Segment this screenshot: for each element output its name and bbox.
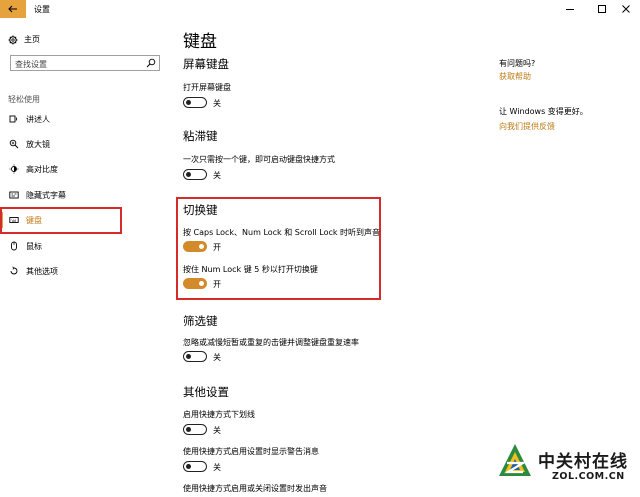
setting-description: 一次只需按一个键，即可启动键盘快捷方式 (183, 155, 335, 164)
get-help-link[interactable]: 获取帮助 (499, 71, 531, 82)
window-title: 设置 (34, 5, 50, 14)
toggle-state-label: 开 (213, 243, 221, 252)
toggle-knob (186, 353, 191, 359)
setting-description: 打开屏幕键盘 (183, 83, 231, 92)
sidebar-item-label: 隐藏式字幕 (26, 191, 66, 200)
setting-description: 忽略或减慢短暂或重复的击键并调整键盘重复速率 (183, 338, 359, 347)
watermark-cn: 中关村在线 (538, 452, 628, 472)
toggle-state-label: 关 (213, 353, 221, 362)
sidebar-item-label: 讲述人 (26, 115, 50, 124)
home-nav[interactable]: 主页 (8, 34, 40, 45)
high-contrast-icon (8, 163, 20, 175)
sidebar-item-label: 鼠标 (26, 242, 42, 251)
toggle-knob (186, 171, 191, 177)
category-label: 轻松使用 (8, 95, 40, 104)
search-icon (146, 58, 156, 68)
shortcut-warning-toggle[interactable] (183, 461, 207, 472)
back-button[interactable] (0, 0, 26, 18)
sidebar-item-closed-captions[interactable]: 隐藏式字幕 (0, 184, 170, 206)
setting-description: 使用快捷方式启用设置时显示警告消息 (183, 447, 319, 456)
search-input[interactable]: 查找设置 (10, 55, 160, 71)
highlight-box-sidebar (0, 207, 122, 234)
other-options-icon (8, 265, 20, 277)
minimize-icon (566, 9, 574, 10)
closed-captions-icon (8, 189, 20, 201)
toggle-state-label: 开 (213, 280, 221, 289)
toggle-knob (199, 244, 204, 249)
onscreen-keyboard-toggle[interactable] (183, 97, 207, 108)
mouse-icon (8, 240, 20, 252)
sidebar-item-narrator[interactable]: 讲述人 (0, 108, 170, 130)
sidebar-item-label: 高对比度 (26, 165, 58, 174)
close-button[interactable] (612, 0, 640, 18)
sticky-keys-toggle[interactable] (183, 169, 207, 180)
narrator-icon (8, 113, 20, 125)
toggle-knob (186, 99, 191, 105)
toggle-knob (186, 426, 191, 432)
section-heading-toggle-keys: 切换键 (183, 203, 218, 217)
zol-logo-icon (499, 444, 531, 476)
setting-description: 使用快捷方式启用或关闭设置时发出声音 (183, 484, 327, 493)
search-placeholder: 查找设置 (15, 60, 47, 69)
zol-watermark: 中关村在线 ZOL.COM.CN (498, 441, 638, 491)
toggle-keys-sound-toggle[interactable] (183, 241, 207, 252)
num-lock-toggle-keys-toggle[interactable] (183, 278, 207, 289)
shortcut-underline-toggle[interactable] (183, 424, 207, 435)
setting-description: 按 Caps Lock、Num Lock 和 Scroll Lock 时听到声音 (183, 228, 381, 237)
sidebar-item-other-options[interactable]: 其他选项 (0, 260, 170, 282)
toggle-state-label: 关 (213, 463, 221, 472)
improve-text: 让 Windows 变得更好。 (499, 107, 588, 116)
toggle-knob (199, 281, 204, 286)
question-text: 有问题吗? (499, 59, 536, 68)
sidebar-item-label: 其他选项 (26, 267, 58, 276)
sidebar-item-magnifier[interactable]: 放大镜 (0, 133, 170, 155)
section-heading-sticky-keys: 粘滞键 (183, 129, 218, 143)
filter-keys-toggle[interactable] (183, 351, 207, 362)
sidebar-item-mouse[interactable]: 鼠标 (0, 235, 170, 257)
toggle-state-label: 关 (213, 426, 221, 435)
back-arrow-icon (8, 5, 17, 13)
toggle-knob (186, 463, 191, 469)
watermark-en: ZOL.COM.CN (552, 471, 625, 482)
setting-description: 按住 Num Lock 键 5 秒以打开切换键 (183, 265, 318, 274)
minimize-button[interactable] (556, 0, 584, 18)
title-bar: 设置 (0, 0, 640, 18)
setting-description: 启用快捷方式下划线 (183, 410, 255, 419)
sidebar-item-label: 放大镜 (26, 140, 50, 149)
toggle-state-label: 关 (213, 171, 221, 180)
page-title: 键盘 (183, 32, 217, 52)
feedback-link[interactable]: 向我们提供反馈 (499, 121, 555, 132)
magnifier-icon (8, 138, 20, 150)
section-heading-other-settings: 其他设置 (183, 385, 229, 399)
toggle-state-label: 关 (213, 99, 221, 108)
maximize-icon (598, 5, 606, 13)
home-label: 主页 (24, 35, 40, 44)
gear-icon (8, 35, 18, 44)
section-heading-filter-keys: 筛选键 (183, 314, 218, 328)
sidebar-item-high-contrast[interactable]: 高对比度 (0, 158, 170, 180)
section-heading-onscreen-keyboard: 屏幕键盘 (183, 57, 229, 71)
close-icon (622, 5, 630, 13)
